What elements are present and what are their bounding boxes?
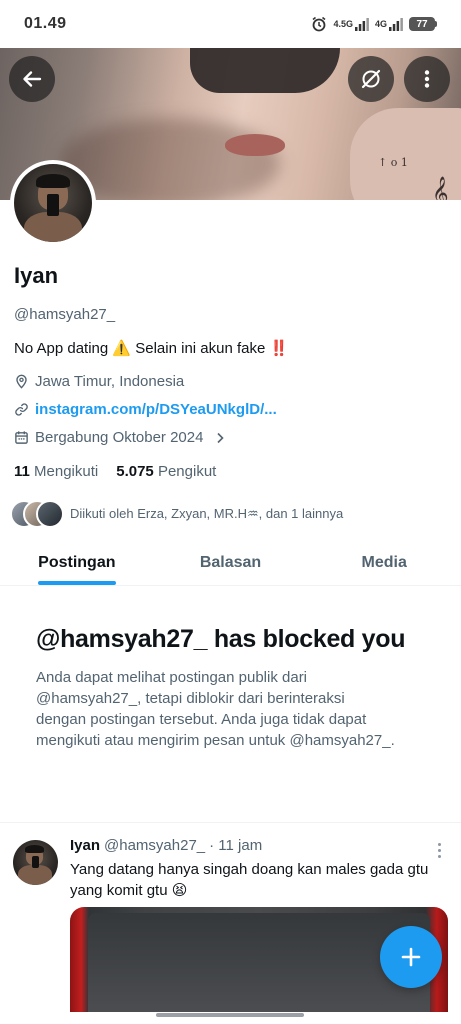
profile-name: Iyan bbox=[14, 263, 59, 288]
follower-avatar bbox=[36, 500, 64, 528]
tab-media[interactable]: Media bbox=[307, 540, 461, 585]
profile-joined-date[interactable]: Bergabung Oktober 2024 bbox=[14, 429, 225, 446]
signal-icon-1: 4.5G bbox=[333, 17, 369, 31]
grok-button[interactable] bbox=[348, 56, 394, 102]
more-vertical-icon bbox=[424, 70, 430, 88]
tweet-author-name[interactable]: Iyan bbox=[70, 837, 100, 854]
location-pin-icon bbox=[16, 374, 27, 389]
back-button[interactable] bbox=[9, 56, 55, 102]
blocked-title: @hamsyah27_ has blocked you bbox=[36, 625, 406, 653]
plus-icon bbox=[401, 947, 421, 967]
tweet-header: Iyan @hamsyah27_ · 11 jam bbox=[70, 837, 262, 854]
joined-text: Bergabung Oktober 2024 bbox=[35, 429, 204, 446]
location-text: Jawa Timur, Indonesia bbox=[35, 373, 185, 390]
tweet-more-button[interactable] bbox=[432, 840, 446, 860]
tweet-text[interactable]: Yang datang hanya singah doang kan males… bbox=[70, 859, 440, 901]
status-time: 01.49 bbox=[24, 15, 67, 32]
tattoo-text-decoration: ↑ o 1 bbox=[378, 156, 408, 169]
profile-location: Jawa Timur, Indonesia bbox=[14, 373, 184, 390]
followers-link[interactable]: 5.075 Pengikut bbox=[116, 463, 216, 480]
arrow-left-icon bbox=[23, 71, 42, 87]
active-tab-indicator bbox=[37, 581, 116, 585]
link-icon bbox=[15, 403, 28, 416]
network-type-1: 4.5G bbox=[333, 18, 353, 29]
link-text[interactable]: instagram.com/p/DSYeaUNkglD/... bbox=[35, 401, 277, 418]
tweet-avatar[interactable] bbox=[13, 840, 58, 885]
calendar-icon bbox=[15, 431, 28, 444]
treble-clef-decoration: 𝄞 bbox=[432, 176, 449, 200]
grok-icon bbox=[361, 69, 381, 89]
followers-label: Pengikut bbox=[157, 463, 217, 480]
follower-avatars bbox=[10, 500, 64, 528]
status-icons: 4.5G 4G 77 bbox=[311, 16, 437, 32]
tab-label: Media bbox=[361, 553, 407, 571]
profile-handle: @hamsyah27_ bbox=[14, 306, 116, 323]
tweet-timestamp[interactable]: · 11 jam bbox=[209, 837, 262, 854]
followers-count: 5.075 bbox=[116, 463, 154, 480]
tab-label: Postingan bbox=[38, 553, 116, 571]
following-label: Mengikuti bbox=[34, 463, 99, 480]
profile-bio: No App dating ⚠️ Selain ini akun fake ‼️ bbox=[14, 340, 289, 357]
status-bar: 01.49 4.5G 4G 77 bbox=[0, 0, 461, 48]
network-type-2: 4G bbox=[374, 18, 387, 29]
battery-level: 77 bbox=[409, 17, 435, 31]
blocked-description: Anda dapat melihat postingan publik dari… bbox=[36, 669, 395, 749]
profile-link[interactable]: instagram.com/p/DSYeaUNkglD/... bbox=[14, 401, 277, 418]
following-link[interactable]: 11 Mengikuti bbox=[14, 463, 98, 480]
follow-counts: 11 Mengikuti 5.075 Pengikut bbox=[14, 463, 216, 480]
alarm-icon bbox=[311, 16, 327, 32]
tab-postingan[interactable]: Postingan bbox=[0, 540, 154, 585]
profile-avatar[interactable] bbox=[10, 160, 96, 246]
followed-by-row[interactable]: Diikuti oleh Erza, Zxyan, MR.H♒, dan 1 l… bbox=[10, 500, 343, 528]
tweet-author-handle[interactable]: @hamsyah27_ bbox=[104, 837, 205, 854]
more-vertical-icon bbox=[437, 842, 441, 846]
divider bbox=[0, 822, 461, 823]
more-options-button[interactable] bbox=[404, 56, 450, 102]
chevron-right-icon bbox=[217, 432, 225, 443]
profile-tabs: Postingan Balasan Media bbox=[0, 540, 461, 586]
battery-icon: 77 bbox=[409, 17, 437, 31]
compose-post-button[interactable] bbox=[380, 926, 442, 988]
tab-balasan[interactable]: Balasan bbox=[154, 540, 308, 585]
tab-label: Balasan bbox=[199, 553, 262, 571]
signal-icon-2: 4G bbox=[375, 17, 403, 31]
followed-by-text: Diikuti oleh Erza, Zxyan, MR.H♒, dan 1 l… bbox=[70, 506, 344, 521]
following-count: 11 bbox=[14, 463, 30, 480]
home-indicator[interactable] bbox=[156, 1013, 304, 1017]
